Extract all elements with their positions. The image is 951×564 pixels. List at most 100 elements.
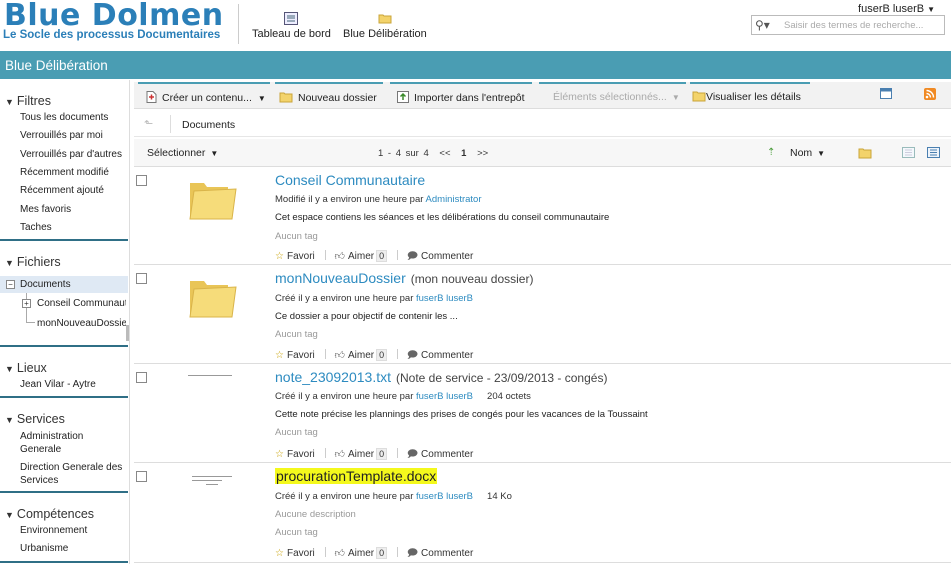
site-title: Blue Délibération: [5, 58, 108, 73]
show-folders-icon[interactable]: [858, 147, 872, 159]
next-page-link[interactable]: >>: [477, 148, 488, 159]
tree-item-documents[interactable]: Documents: [20, 279, 71, 290]
breadcrumb-divider: [170, 115, 171, 133]
competence-item[interactable]: Environnement: [20, 525, 87, 536]
view-details-button[interactable]: Visualiser les détails: [690, 82, 810, 108]
user-name: fuserB luserB: [858, 3, 925, 15]
folder-icon[interactable]: [188, 273, 238, 319]
site-link[interactable]: Blue Délibération: [343, 12, 427, 40]
selected-items-button[interactable]: Éléments sélectionnés... ▼: [539, 82, 686, 108]
author-link[interactable]: fuserB luserB: [416, 491, 473, 502]
details-folder-icon: [692, 91, 706, 102]
chevron-down-icon: ▼: [210, 149, 219, 158]
item-name[interactable]: procurationTemplate.docx: [275, 468, 442, 484]
tree-item-nouveau[interactable]: monNouveauDossier: [37, 318, 126, 329]
item-tags: Aucun tag: [275, 427, 318, 438]
triangle-down-icon: ▼: [5, 510, 14, 520]
author-link[interactable]: Administrator: [426, 194, 482, 205]
item-name[interactable]: Conseil Communautaire: [275, 172, 430, 188]
sort-direction-icon[interactable]: ⇡: [767, 147, 775, 158]
row-checkbox[interactable]: [136, 471, 147, 482]
document-thumbnail[interactable]: [192, 476, 240, 496]
new-folder-button[interactable]: Nouveau dossier: [275, 82, 383, 108]
prev-page-link[interactable]: <<: [439, 148, 450, 159]
list-item: procurationTemplate.docx Créé il y a env…: [134, 464, 951, 563]
expand-icon[interactable]: +: [22, 299, 31, 308]
files-header[interactable]: ▼ Fichiers: [5, 255, 61, 269]
document-thumbnail[interactable]: [188, 375, 236, 395]
comment-button[interactable]: 🗩 Commenter: [407, 348, 473, 365]
dashboard-link[interactable]: Tableau de bord: [252, 12, 331, 40]
comment-button[interactable]: 🗩 Commenter: [407, 447, 473, 464]
favorite-button[interactable]: ☆ Favori: [275, 449, 315, 460]
search-icon[interactable]: ⚲▾: [755, 18, 770, 32]
like-button[interactable]: 👍︎ Aimer 0: [335, 250, 388, 262]
collapse-icon[interactable]: −: [6, 280, 15, 289]
author-link[interactable]: fuserB luserB: [416, 293, 473, 304]
fullscreen-icon[interactable]: [880, 88, 892, 99]
filter-favorites[interactable]: Mes favoris: [20, 204, 71, 215]
favorite-button[interactable]: ☆ Favori: [275, 251, 315, 262]
page-range: 1 - 4 sur 4: [378, 148, 429, 159]
filter-recently-modified[interactable]: Récemment modifié: [20, 167, 109, 178]
filter-tasks[interactable]: Taches: [20, 222, 52, 233]
service-item[interactable]: Administration Generale: [20, 430, 120, 456]
filter-all-docs[interactable]: Tous les documents: [20, 112, 108, 123]
filter-locked-by-me[interactable]: Verrouillés par moi: [20, 130, 103, 141]
search-input[interactable]: Saisir des termes de recherche...: [784, 20, 923, 31]
folder-icon[interactable]: [188, 175, 238, 221]
row-checkbox[interactable]: [136, 372, 147, 383]
breadcrumb: ⬑ Documents: [134, 111, 951, 137]
place-item[interactable]: Jean Vilar - Aytre: [20, 379, 96, 390]
competence-item[interactable]: Urbanisme: [20, 543, 68, 554]
dashboard-icon: [284, 12, 299, 25]
list-item: Conseil Communautaire Modifié il y a env…: [134, 168, 951, 265]
filter-recently-added[interactable]: Récemment ajouté: [20, 185, 104, 196]
detailed-view-icon[interactable]: [927, 147, 940, 158]
thumbs-up-icon: 👍︎: [334, 251, 345, 262]
new-document-icon: [146, 91, 157, 103]
author-link[interactable]: fuserB luserB: [416, 391, 473, 402]
filter-locked-by-others[interactable]: Verrouillés par d'autres: [20, 149, 122, 160]
competences-header[interactable]: ▼ Compétences: [5, 507, 94, 521]
create-content-button[interactable]: Créer un contenu... ▼: [138, 82, 270, 108]
service-item[interactable]: Direction Generale des Services: [20, 461, 128, 487]
item-meta: Modifié il y a environ une heure par Adm…: [275, 194, 482, 205]
select-menu[interactable]: Sélectionner ▼: [147, 147, 218, 159]
sort-menu[interactable]: Nom ▼: [790, 147, 825, 159]
services-header[interactable]: ▼ Services: [5, 412, 65, 426]
like-count: 0: [376, 349, 388, 361]
row-checkbox[interactable]: [136, 175, 147, 186]
filters-header[interactable]: ▼ Filtres: [5, 94, 51, 108]
folder-add-icon: [279, 92, 293, 103]
like-button[interactable]: 👍︎ Aimer 0: [335, 448, 388, 460]
like-button[interactable]: 👍︎ Aimer 0: [335, 349, 388, 361]
folder-up-icon[interactable]: ⬑: [144, 117, 153, 130]
user-menu[interactable]: fuserB luserB ▼: [858, 3, 935, 15]
import-button[interactable]: Importer dans l'entrepôt: [390, 82, 532, 108]
item-name[interactable]: note_23092013.txt (Note de service - 23/0…: [275, 369, 607, 385]
toolbar: Créer un contenu... ▼ Nouveau dossier Imp…: [134, 82, 951, 109]
search-box[interactable]: ⚲▾ Saisir des termes de recherche...: [751, 15, 945, 35]
tree-item-conseil[interactable]: Conseil Communautaire: [37, 298, 126, 309]
simple-view-icon[interactable]: [902, 147, 915, 158]
section-divider: [0, 239, 128, 241]
breadcrumb-documents[interactable]: Documents: [182, 119, 235, 131]
places-header[interactable]: ▼ Lieux: [5, 361, 47, 375]
header-divider: [238, 4, 239, 44]
rss-icon[interactable]: [924, 88, 936, 100]
comment-icon: 🗩: [406, 449, 419, 460]
sidebar-scrollbar[interactable]: [126, 325, 129, 341]
paginator: 1 - 4 sur 4 << 1 >>: [378, 148, 488, 159]
favorite-button[interactable]: ☆ Favori: [275, 350, 315, 361]
like-button[interactable]: 👍︎ Aimer 0: [335, 547, 388, 559]
favorite-button[interactable]: ☆ Favori: [275, 548, 315, 559]
comment-button[interactable]: 🗩 Commenter: [407, 546, 473, 563]
item-actions: ☆ Favori 👍︎ Aimer 0 🗩 Commenter: [275, 348, 477, 365]
comment-icon: 🗩: [406, 350, 419, 361]
comment-button[interactable]: 🗩 Commenter: [407, 249, 473, 266]
row-checkbox[interactable]: [136, 273, 147, 284]
item-name[interactable]: monNouveauDossier (mon nouveau dossier): [275, 270, 533, 286]
section-divider: [0, 561, 128, 563]
section-divider: [0, 491, 128, 493]
